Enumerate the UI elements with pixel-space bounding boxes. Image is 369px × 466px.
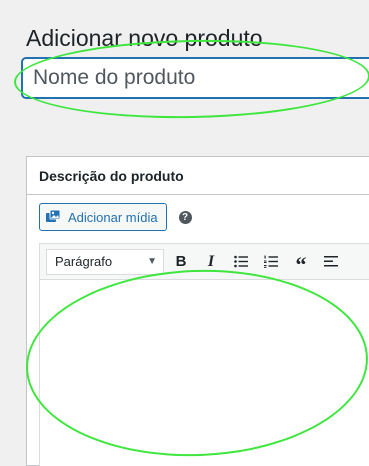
editor-toolbar: Parágrafo ▼ B I “ bbox=[40, 244, 369, 280]
format-select-value: Parágrafo bbox=[55, 254, 113, 269]
format-select[interactable]: Parágrafo ▼ bbox=[46, 248, 164, 275]
bold-icon[interactable]: B bbox=[168, 249, 194, 275]
chevron-down-icon: ▼ bbox=[147, 256, 157, 267]
align-left-icon[interactable] bbox=[318, 249, 344, 275]
add-media-button[interactable]: Adicionar mídia bbox=[39, 203, 167, 231]
postbox-header[interactable]: Descrição do produto bbox=[27, 157, 369, 195]
page-title: Adicionar novo produto bbox=[26, 25, 263, 52]
add-media-label: Adicionar mídia bbox=[68, 209, 158, 225]
media-buttons-row: Adicionar mídia ? bbox=[39, 203, 192, 231]
italic-icon[interactable]: I bbox=[198, 249, 224, 275]
question-circle-icon[interactable]: ? bbox=[178, 210, 192, 224]
product-description-box: Descrição do produto Adicionar mídia ? P… bbox=[26, 156, 369, 466]
bulleted-list-icon[interactable] bbox=[228, 249, 254, 275]
editor-content-area[interactable] bbox=[40, 280, 369, 466]
editor-wrap: Parágrafo ▼ B I “ bbox=[39, 243, 369, 466]
media-icon bbox=[46, 210, 61, 222]
numbered-list-icon[interactable] bbox=[258, 249, 284, 275]
blockquote-icon[interactable]: “ bbox=[288, 249, 314, 277]
postbox-title: Descrição do produto bbox=[39, 167, 184, 184]
product-name-input[interactable] bbox=[22, 58, 369, 98]
